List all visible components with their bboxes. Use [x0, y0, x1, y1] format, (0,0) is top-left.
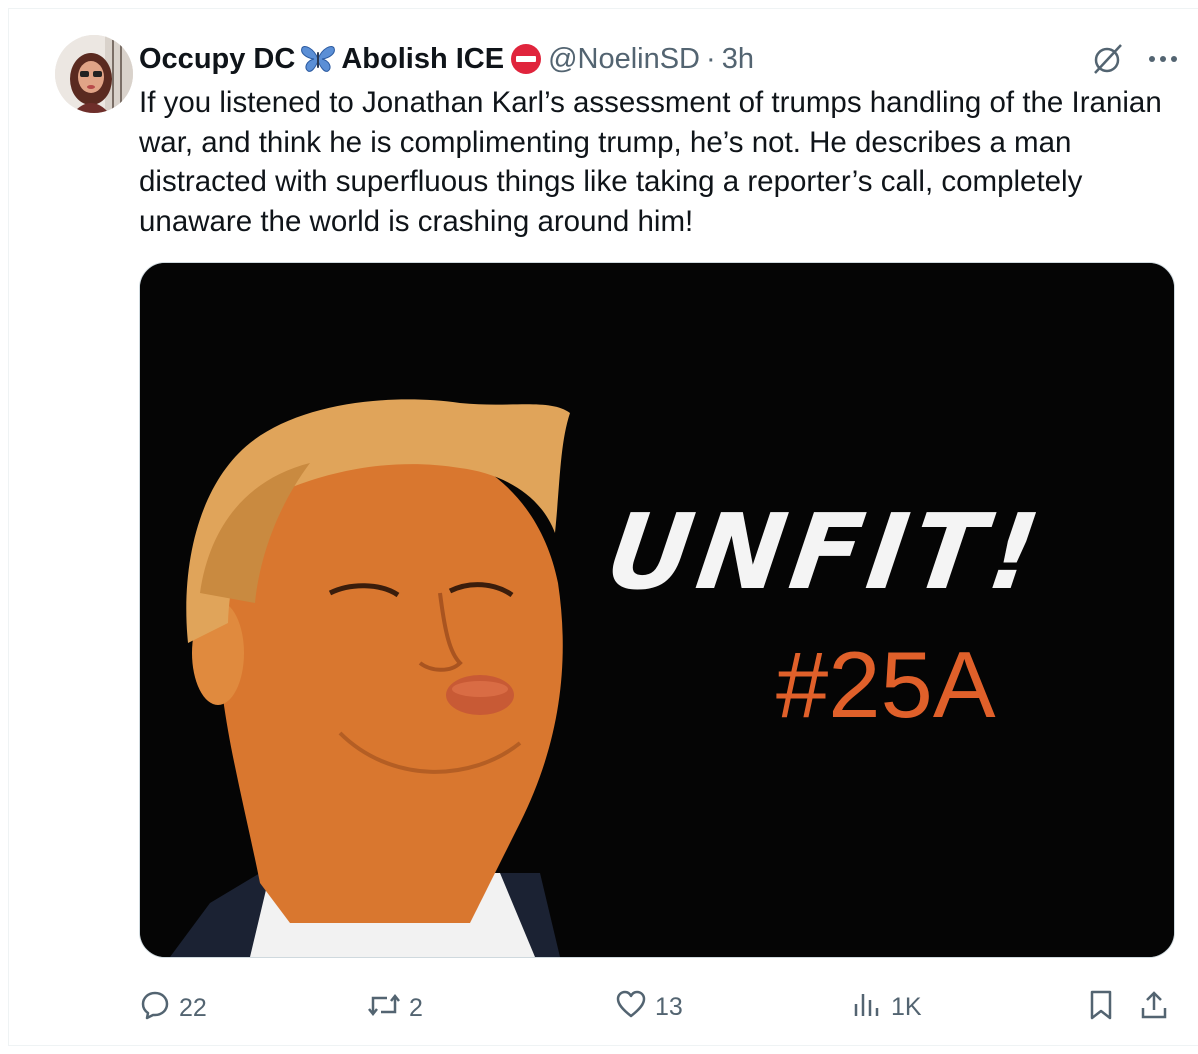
share-button[interactable] — [1139, 989, 1169, 1028]
timestamp[interactable]: 3h — [722, 43, 754, 76]
more-icon[interactable] — [1148, 54, 1178, 64]
butterfly-icon — [300, 44, 336, 74]
reply-button[interactable]: 22 — [139, 989, 207, 1028]
like-button[interactable]: 13 — [615, 989, 683, 1026]
action-bar: 22 2 13 1K — [139, 989, 1179, 1029]
reply-count: 22 — [179, 994, 207, 1022]
media-hashtag: #25A — [776, 632, 996, 737]
repost-button[interactable]: 2 — [367, 989, 423, 1028]
share-icon — [1139, 989, 1169, 1028]
views-button[interactable]: 1K — [851, 989, 922, 1026]
header-actions — [1090, 41, 1178, 77]
tweet-header: Occupy DC Abolish ICE @NoelinSD · 3h — [139, 39, 754, 79]
display-name[interactable]: Occupy DC — [139, 43, 295, 76]
views-icon — [851, 989, 883, 1026]
user-handle[interactable]: @NoelinSD — [548, 43, 700, 76]
tweet-text: If you listened to Jonathan Karl’s asses… — [139, 86, 1162, 238]
avatar[interactable] — [55, 35, 133, 113]
tweet-media[interactable]: UNFIT! #25A — [139, 262, 1175, 958]
like-icon — [615, 989, 647, 1026]
like-count: 13 — [655, 993, 683, 1021]
bookmark-icon — [1087, 989, 1115, 1028]
display-name-suffix[interactable]: Abolish ICE — [341, 43, 504, 76]
repost-icon — [367, 989, 401, 1028]
tweet-card[interactable]: Occupy DC Abolish ICE @NoelinSD · 3h If … — [8, 8, 1198, 1046]
separator-dot: · — [706, 42, 716, 75]
reply-icon — [139, 989, 171, 1028]
media-headline: UNFIT! — [599, 491, 1053, 613]
repost-count: 2 — [409, 994, 423, 1022]
grok-icon[interactable] — [1090, 41, 1126, 77]
bookmark-button[interactable] — [1087, 989, 1115, 1028]
no-entry-icon — [509, 42, 543, 76]
avatar-image — [55, 35, 133, 113]
views-count: 1K — [891, 993, 922, 1021]
